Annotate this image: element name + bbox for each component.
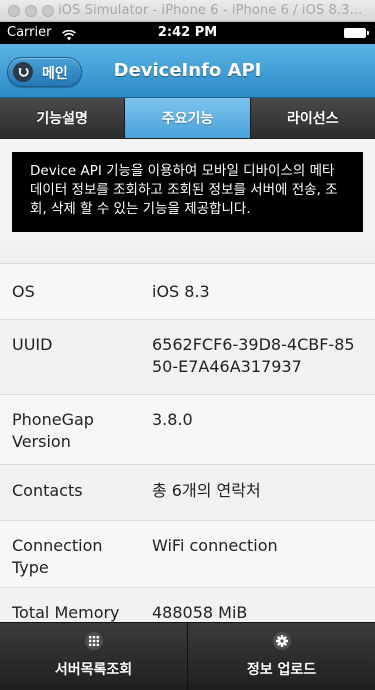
info-row-connection-type: Connection Type WiFi connection [0, 520, 375, 587]
minimize-window-button[interactable] [25, 5, 37, 17]
close-window-button[interactable] [8, 5, 20, 17]
info-row-os: OS iOS 8.3 [0, 263, 375, 319]
tab-bar: 기능설명 주요기능 라이선스 [0, 98, 375, 139]
description-text: Device API 기능을 이용하여 모바일 디바이스의 메타 데이터 정보를… [12, 152, 363, 232]
gear-icon [272, 632, 291, 650]
info-label: Connection Type [12, 536, 103, 577]
info-label: UUID [12, 335, 53, 354]
info-value: 3.8.0 [152, 410, 193, 429]
battery-icon [344, 28, 369, 38]
page-title: DeviceInfo API [113, 60, 262, 81]
status-bar: Carrier 2:42 PM [0, 22, 375, 44]
info-label: PhoneGap Version [12, 410, 94, 451]
upload-info-label: 정보 업로드 [246, 662, 317, 678]
tab-license[interactable]: 라이선스 [250, 98, 375, 138]
info-row-phonegap-version: PhoneGap Version 3.8.0 [0, 394, 375, 464]
info-value: iOS 8.3 [152, 282, 210, 301]
simulator-title: iOS Simulator - iPhone 6 - iPhone 6 / iO… [58, 3, 363, 18]
info-value: 6562FCF6-39D8-4CBF-8550-E7A46A317937 [152, 335, 355, 376]
info-row-uuid: UUID 6562FCF6-39D8-4CBF-8550-E7A46A31793… [0, 319, 375, 394]
simulator-title-bar: iOS Simulator - iPhone 6 - iPhone 6 / iO… [0, 0, 375, 22]
info-value: 총 6개의 연락처 [152, 481, 261, 500]
bottom-toolbar: 서버목록조회 정보 업로드 [0, 622, 375, 690]
device-info-list: OS iOS 8.3 UUID 6562FCF6-39D8-4CBF-8550-… [0, 263, 375, 632]
grid-icon [84, 632, 103, 650]
info-label: Contacts [12, 481, 83, 500]
info-label: Total Memory [12, 603, 120, 622]
server-list-label: 서버목록조회 [54, 662, 133, 678]
app-header: 메인 DeviceInfo API [0, 44, 375, 98]
info-label: OS [12, 282, 35, 301]
upload-info-button[interactable]: 정보 업로드 [188, 623, 375, 690]
server-list-button[interactable]: 서버목록조회 [0, 623, 188, 690]
info-row-contacts: Contacts 총 6개의 연락처 [0, 464, 375, 520]
description-section: Device API 기능을 이용하여 모바일 디바이스의 메타 데이터 정보를… [0, 139, 375, 247]
zoom-window-button[interactable] [42, 5, 54, 17]
tab-feature-description[interactable]: 기능설명 [0, 98, 126, 138]
info-value: 488058 MiB [152, 603, 248, 622]
info-value: WiFi connection [152, 536, 278, 555]
tab-key-features[interactable]: 주요기능 [125, 98, 251, 138]
clock: 2:42 PM [157, 25, 218, 40]
